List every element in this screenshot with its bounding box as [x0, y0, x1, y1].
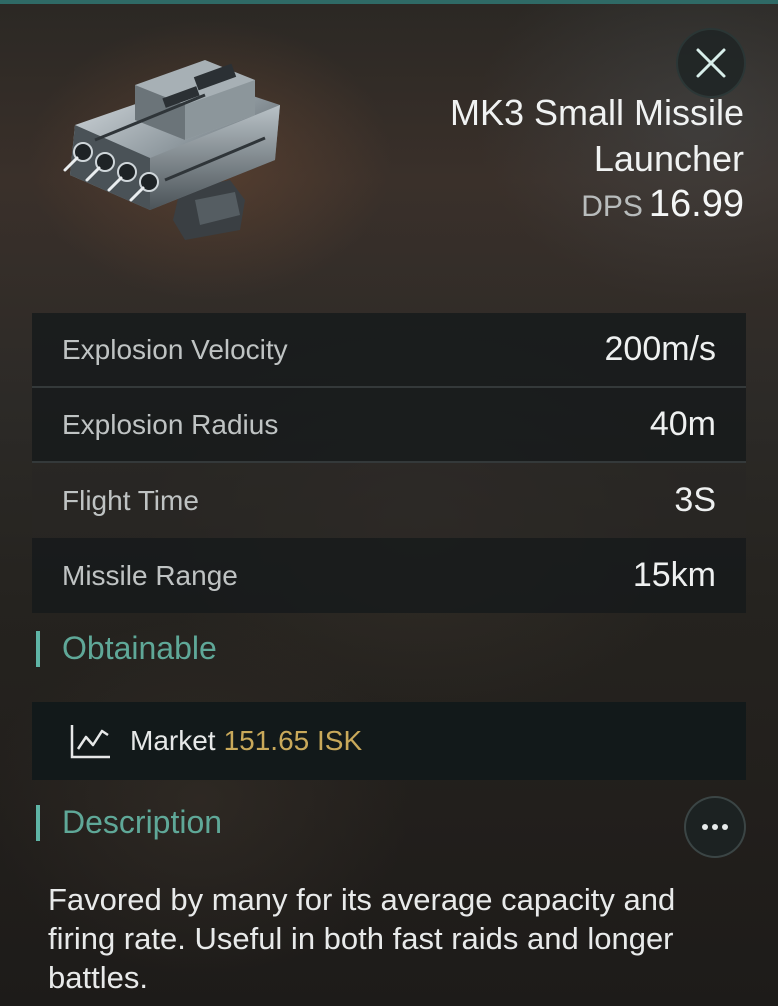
close-button[interactable] [678, 30, 744, 96]
stat-label: Explosion Velocity [62, 333, 288, 365]
item-header: MK3 Small Missile Launcher DPS 16.99 [324, 90, 744, 234]
missile-launcher-icon [55, 40, 295, 255]
section-accent-bar [36, 630, 40, 667]
stat-label: Missile Range [62, 559, 238, 591]
market-price: 151.65 ISK [223, 725, 363, 756]
stat-value: 3S [674, 481, 716, 519]
obtainable-title: Obtainable [62, 630, 217, 666]
stat-value: 15km [632, 556, 716, 594]
stat-row-flight-time: Flight Time 3S [32, 463, 746, 538]
market-label: Market [130, 725, 216, 756]
market-chart-icon [70, 723, 112, 759]
stat-row-missile-range: Missile Range 15km [32, 538, 746, 613]
stat-value: 40m [649, 405, 716, 443]
description-text: Favored by many for its average capacity… [48, 882, 676, 995]
dps-value: 16.99 [648, 183, 744, 225]
obtainable-header: Obtainable [36, 630, 217, 667]
more-options-icon [701, 823, 729, 831]
more-options-button[interactable] [686, 798, 744, 856]
dps-label: DPS [581, 190, 643, 223]
item-title: MK3 Small Missile Launcher [449, 92, 744, 179]
section-accent-bar [36, 804, 40, 841]
stat-value: 200m/s [604, 330, 717, 368]
top-accent-bar [0, 0, 778, 4]
stats-table: Explosion Velocity 200m/s Explosion Radi… [32, 313, 746, 613]
dps-row: DPS 16.99 [324, 182, 744, 234]
description-header: Description [36, 804, 222, 841]
stat-row-explosion-velocity: Explosion Velocity 200m/s [32, 313, 746, 388]
stat-row-explosion-radius: Explosion Radius 40m [32, 388, 746, 463]
description-title: Description [62, 804, 223, 840]
stat-label: Explosion Radius [62, 408, 279, 440]
market-source-row[interactable]: Market 151.65 ISK [32, 702, 746, 780]
close-icon [693, 45, 729, 81]
stat-label: Flight Time [62, 484, 199, 516]
